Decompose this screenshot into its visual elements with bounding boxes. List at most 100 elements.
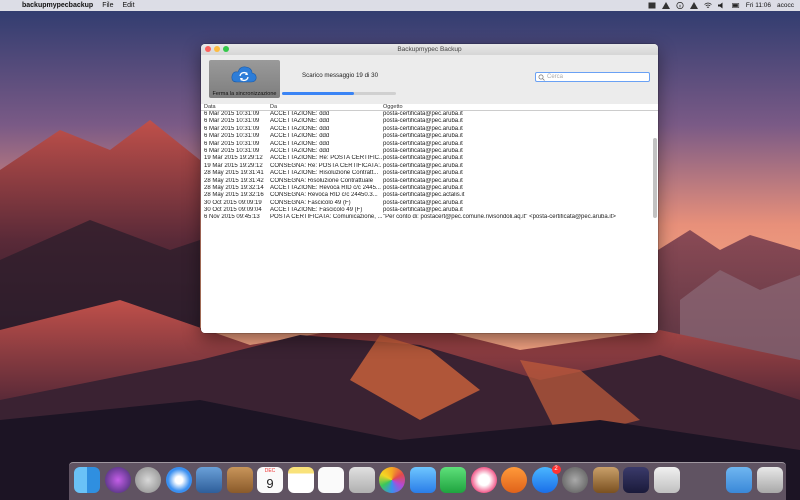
zoom-button[interactable] [223, 46, 229, 52]
wifi-icon[interactable] [704, 2, 712, 9]
table-row[interactable]: 19 Mar 2015 19:29:12 ACCETTAZIONE: Re: PO… [201, 155, 658, 162]
row-date: 6 Mar 2015 10:31:09 [204, 140, 260, 147]
table-row[interactable]: 6 Mar 2015 10:31:09 ACCETTAZIONE: ddd post… [201, 126, 658, 133]
row-date: 6 Mar 2015 10:31:09 [204, 111, 260, 117]
row-subject: posta-certificata@pec.aruba.it [383, 170, 463, 177]
trash-icon[interactable] [757, 467, 783, 493]
launchpad-icon[interactable] [135, 467, 161, 493]
calendar-icon[interactable]: DEC 9 [257, 467, 283, 493]
row-subject: posta-certificata@pec.aruba.it [383, 184, 463, 191]
contacts-icon[interactable] [226, 467, 253, 493]
ibooks-icon[interactable] [501, 467, 527, 493]
row-date: 30 Oct 2015 09:09:19 [204, 199, 262, 206]
table-body: 6 Mar 2015 10:31:09 ACCETTAZIONE: ddd post… [201, 111, 658, 222]
row-from: ACCETTAZIONE: ddd [270, 118, 330, 125]
itunes-icon[interactable] [470, 467, 497, 493]
table-scrollbar[interactable] [653, 138, 657, 218]
table-row[interactable]: 28 May 2015 19:32:14 ACCETTAZIONE: Revoca… [201, 185, 658, 192]
row-subject: posta-certificata@pec.aruba.it [383, 140, 463, 147]
table-row[interactable]: 30 Oct 2015 09:09:19 CONSEGNA: Fascicolo … [201, 200, 658, 207]
safari-icon[interactable] [165, 467, 192, 493]
app-store-icon[interactable]: 2 [531, 465, 561, 493]
battery-icon[interactable] [731, 2, 740, 9]
table-row[interactable]: 28 May 2015 19:31:41 ACCETTAZIONE: Risolu… [201, 170, 658, 177]
row-subject: "Per conto di: postacert@pec.comune.rivi… [383, 214, 616, 221]
table-row[interactable]: 6 Mar 2015 10:31:09 ACCETTAZIONE: ddd post… [201, 133, 658, 140]
menu-file[interactable]: File [102, 2, 113, 9]
traffic-lights [205, 46, 229, 52]
status-app-icon[interactable] [648, 2, 656, 9]
table-row[interactable]: 6 Nov 2015 09:45:13 POSTA CERTIFICATA: Co… [201, 214, 658, 221]
reminders-icon[interactable] [318, 467, 344, 493]
row-date: 28 May 2015 19:31:42 [204, 177, 264, 184]
row-from: CONSEGNA: Re: POSTA CERTIFICATA:... [270, 162, 382, 169]
table-row[interactable]: 28 May 2015 19:31:42 CONSEGNA: Risoluzion… [201, 178, 658, 185]
row-date: 6 Mar 2015 10:31:09 [204, 118, 260, 125]
row-from: ACCETTAZIONE: ddd [270, 125, 330, 132]
siri-icon[interactable] [104, 467, 131, 493]
facetime-icon[interactable] [440, 467, 466, 493]
row-from: ACCETTAZIONE: ddd [270, 111, 330, 117]
search-field[interactable]: Cerca [535, 72, 650, 82]
menu-edit[interactable]: Edit [122, 2, 134, 9]
table-row[interactable]: 19 Mar 2015 19:29:12 CONSEGNA: Re: POSTA … [201, 163, 658, 170]
info-icon[interactable] [676, 2, 684, 9]
mail-photo-icon[interactable] [196, 467, 222, 493]
table-row[interactable]: 6 Mar 2015 10:31:09 ACCETTAZIONE: ddd post… [201, 141, 658, 148]
window-title: Backupmypec Backup [397, 46, 462, 53]
menu-bar: backupmypecbackup File Edit Fri 11:06 ac… [0, 0, 800, 11]
menu-clock[interactable]: Fri 11:06 [746, 2, 771, 9]
messages-icon[interactable] [409, 467, 436, 493]
row-from: ACCETTAZIONE: Fascicolo 49 (F) [270, 207, 363, 214]
table-row[interactable]: 6 Mar 2015 10:31:09 ACCETTAZIONE: ddd post… [201, 118, 658, 125]
keynote-icon[interactable] [592, 467, 619, 493]
stop-sync-label: Ferma la sincronizzazione [212, 91, 277, 97]
charts-app-icon[interactable] [653, 467, 680, 493]
row-date: 6 Mar 2015 10:31:09 [204, 125, 260, 132]
app-store-badge: 2 [551, 465, 561, 474]
menu-app-name[interactable]: backupmypecbackup [22, 2, 93, 9]
row-subject: posta-certificata@pec.aruba.it [383, 207, 463, 214]
notes-icon[interactable] [287, 467, 314, 493]
photos-icon[interactable] [379, 467, 405, 493]
row-from: CONSEGNA: Revoca RID c/c 24450.3... [270, 192, 378, 199]
window-titlebar[interactable]: Backupmypec Backup [201, 44, 658, 55]
warning-icon[interactable] [661, 2, 670, 9]
finder-icon[interactable] [74, 467, 100, 493]
column-header-date[interactable]: Data [204, 104, 270, 110]
app-window: Backupmypec Backup Ferma la sincronizzaz… [201, 44, 658, 333]
search-placeholder: Cerca [547, 74, 564, 80]
warning-icon-2[interactable] [689, 2, 698, 9]
row-date: 28 May 2015 19:32:14 [204, 184, 264, 191]
progress-bar-fill [282, 92, 354, 95]
row-subject: posta-certificata@pec.aruba.it [383, 133, 463, 140]
progress-text: Scarico messaggio 19 di 30 [302, 72, 379, 79]
message-table: Data Da Oggetto 6 Mar 2015 10:31:09 ACCET… [201, 104, 658, 333]
table-row[interactable]: 6 Mar 2015 10:31:09 ACCETTAZIONE: ddd post… [201, 148, 658, 155]
volume-icon[interactable] [717, 2, 726, 9]
row-from: ACCETTAZIONE: ddd [270, 140, 330, 147]
row-subject: posta-certificata@pec.aruba.it [383, 162, 463, 169]
pen-app-icon[interactable] [623, 467, 649, 493]
menu-user[interactable]: acocc [777, 2, 794, 9]
column-header-from[interactable]: Da [270, 104, 382, 110]
close-button[interactable] [205, 46, 211, 52]
row-subject: posta-certificata@pec.aruba.it [383, 125, 463, 132]
row-from: ACCETTAZIONE: ddd [270, 147, 330, 154]
system-preferences-icon[interactable] [562, 467, 588, 493]
table-row[interactable]: 28 May 2015 19:32:16 CONSEGNA: Revoca RID… [201, 192, 658, 199]
row-date: 28 May 2015 19:32:16 [204, 192, 264, 199]
column-header-subject[interactable]: Oggetto [383, 104, 653, 110]
row-subject: posta-certificata@pec.aruba.it [383, 147, 463, 154]
folder-icon[interactable] [726, 467, 752, 493]
preview-icon[interactable] [348, 467, 375, 493]
row-date: 28 May 2015 19:31:41 [204, 170, 264, 177]
cloud-sync-icon [231, 66, 257, 83]
row-from: CONSEGNA: Fascicolo 49 (F) [270, 199, 351, 206]
table-row[interactable]: 6 Mar 2015 10:31:09 ACCETTAZIONE: ddd post… [201, 111, 658, 118]
stop-sync-button[interactable]: Ferma la sincronizzazione [209, 60, 280, 98]
row-subject: posta-certificata@pec.actalis.it [383, 192, 465, 199]
minimize-button[interactable] [214, 46, 220, 52]
table-row[interactable]: 30 Oct 2015 09:09:04 ACCETTAZIONE: Fascic… [201, 207, 658, 214]
search-icon [538, 74, 545, 81]
